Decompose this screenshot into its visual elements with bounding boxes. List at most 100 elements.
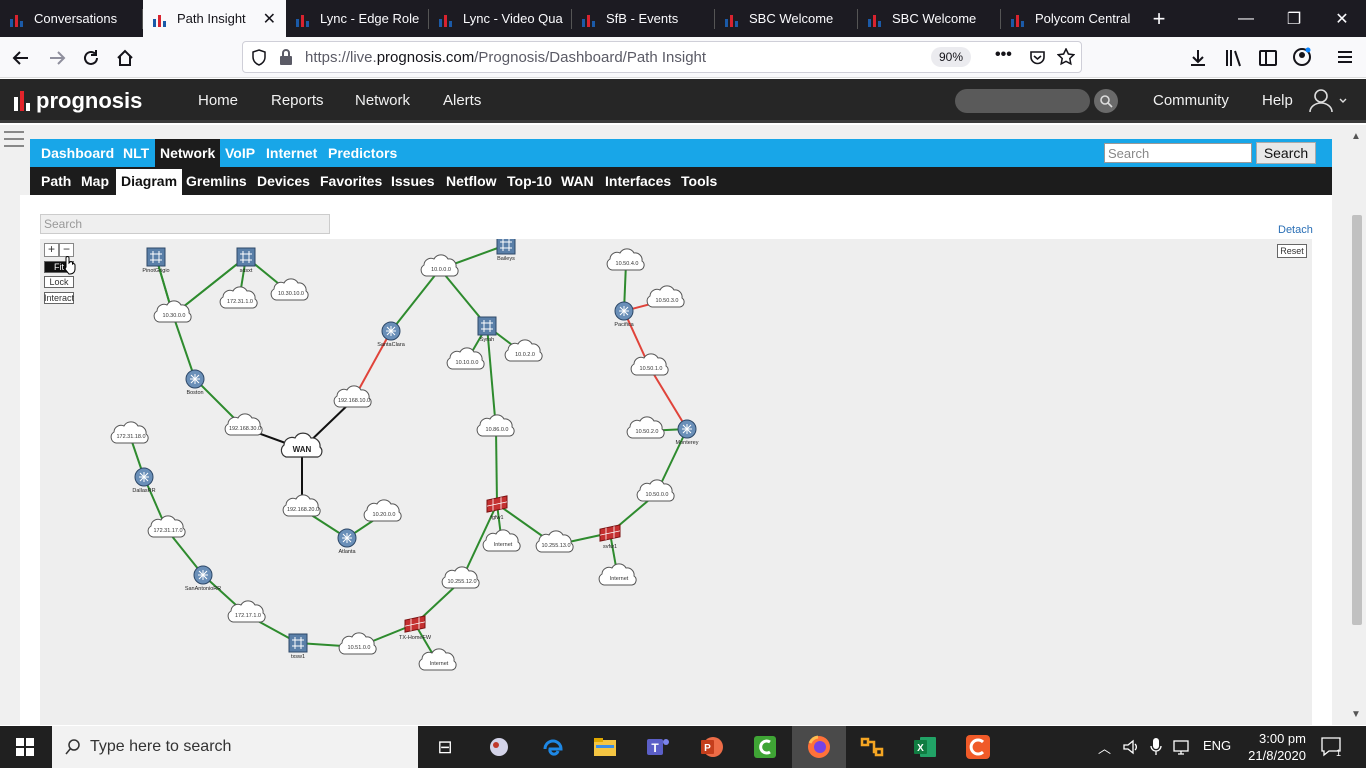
scroll-up-icon[interactable]: ▲ xyxy=(1351,131,1361,142)
page-scrollbar[interactable]: ▲ ▼ xyxy=(1348,125,1366,725)
submenu-issues[interactable]: Issues xyxy=(391,173,435,189)
shield-icon[interactable] xyxy=(251,49,267,66)
router-node[interactable]: Pacifica xyxy=(614,301,635,328)
network-tool-icon[interactable] xyxy=(857,732,887,762)
nav-help[interactable]: Help xyxy=(1262,92,1293,109)
subnet-cloud[interactable]: 192.168.20.0 xyxy=(282,494,321,517)
router-node[interactable]: SanAntonioRR xyxy=(185,565,221,592)
nav-reports[interactable]: Reports xyxy=(271,92,324,109)
subnet-cloud[interactable]: Internet xyxy=(598,563,637,586)
router-node[interactable]: Monterey xyxy=(676,419,699,446)
subnet-cloud[interactable]: 10.50.1.0 xyxy=(630,353,669,376)
submenu-diagram[interactable]: Diagram xyxy=(116,169,183,195)
subnet-cloud[interactable]: 10.51.0.0 xyxy=(338,632,377,655)
router-node[interactable]: DallasRR xyxy=(132,467,156,494)
switch-node[interactable]: sdsxt xyxy=(236,247,256,274)
minimize-icon[interactable]: — xyxy=(1222,0,1270,37)
submenu-netflow[interactable]: Netflow xyxy=(446,173,497,189)
detach-link[interactable]: Detach xyxy=(1278,224,1313,236)
router-node[interactable]: Boston xyxy=(185,369,205,396)
switch-node[interactable]: txsw1 xyxy=(288,633,308,660)
submenu-interfaces[interactable]: Interfaces xyxy=(605,173,671,189)
firewall-node[interactable]: fgfw1 xyxy=(486,495,508,521)
network-diagram-canvas[interactable]: 10.30.0.0 172.31.1.0 10.30.10.0 10.0.0.0 10.… xyxy=(40,239,1312,725)
subnet-cloud[interactable]: 10.50.2.0 xyxy=(626,416,665,439)
restore-icon[interactable]: ❐ xyxy=(1270,0,1318,37)
file-explorer-icon[interactable] xyxy=(590,732,620,762)
router-node[interactable]: SantaClara xyxy=(377,321,406,348)
network-diagram-svg[interactable]: 10.30.0.0 172.31.1.0 10.30.10.0 10.0.0.0 10.… xyxy=(40,239,1312,725)
firefox-icon[interactable] xyxy=(792,726,846,768)
network-link[interactable] xyxy=(649,367,688,430)
download-icon[interactable] xyxy=(1188,48,1208,68)
browser-tab[interactable]: SfB - Events xyxy=(572,0,715,37)
header-search-input[interactable] xyxy=(955,89,1090,113)
reload-icon[interactable] xyxy=(76,43,106,73)
submenu-wan[interactable]: WAN xyxy=(561,173,594,189)
teams-icon[interactable]: T xyxy=(643,732,673,762)
bookmark-star-icon[interactable] xyxy=(1057,48,1075,66)
tray-chevron-icon[interactable]: ︿ xyxy=(1098,738,1111,757)
submenu-favorites[interactable]: Favorites xyxy=(320,173,382,189)
zoom-in-button[interactable]: + xyxy=(44,243,59,257)
address-bar[interactable]: https://live.prognosis.com/Prognosis/Das… xyxy=(242,41,1082,73)
subnet-cloud[interactable]: 10.255.13.0 xyxy=(535,530,574,553)
page-actions-icon[interactable]: ••• xyxy=(995,46,1012,64)
subnet-cloud[interactable]: 172.31.17.0 xyxy=(147,515,186,538)
snagit-icon[interactable] xyxy=(963,732,993,762)
subnet-cloud[interactable]: 10.50.0.0 xyxy=(636,479,675,502)
submenu-map[interactable]: Map xyxy=(81,173,109,189)
subnet-cloud[interactable]: 10.86.0.0 xyxy=(476,414,515,437)
subnet-cloud[interactable]: 172.31.1.0 xyxy=(219,286,258,309)
forward-icon[interactable] xyxy=(42,43,72,73)
account-icon[interactable] xyxy=(1292,47,1312,67)
clock[interactable]: 3:00 pm 21/8/2020 xyxy=(1242,730,1306,764)
side-menu-icon[interactable] xyxy=(4,131,24,149)
home-icon[interactable] xyxy=(110,43,140,73)
diagram-search-input[interactable]: Search xyxy=(40,214,330,234)
router-node[interactable]: Atlanta xyxy=(337,528,357,555)
subnet-cloud[interactable]: 10.255.12.0 xyxy=(441,566,480,589)
app-icon-snip[interactable] xyxy=(484,732,514,762)
subnet-cloud[interactable]: Internet xyxy=(418,648,457,671)
browser-tab[interactable]: SBC Welcome xyxy=(715,0,858,37)
task-view-icon[interactable]: ⊟ xyxy=(430,732,460,762)
submenu-tools[interactable]: Tools xyxy=(681,173,717,189)
browser-tab[interactable]: Polycom Central xyxy=(1001,0,1144,37)
network-link[interactable] xyxy=(495,428,498,505)
browser-tab[interactable]: Lync - Edge Role xyxy=(286,0,429,37)
language-indicator[interactable]: ENG xyxy=(1203,738,1231,753)
nav-community[interactable]: Community xyxy=(1153,92,1229,109)
subnet-cloud[interactable]: 192.168.30.0 xyxy=(224,413,263,436)
network-link[interactable] xyxy=(172,314,196,380)
submenu-gremlins[interactable]: Gremlins xyxy=(186,173,247,189)
switch-node[interactable]: PinotGrigio xyxy=(142,247,170,274)
subnet-cloud[interactable]: 10.50.3.0 xyxy=(646,285,685,308)
lock-button[interactable]: Lock xyxy=(44,276,74,288)
submenu-path[interactable]: Path xyxy=(41,173,71,189)
browser-tab[interactable]: Lync - Video Qua xyxy=(429,0,572,37)
subnet-cloud[interactable]: 192.168.10.0 xyxy=(333,385,372,408)
browser-tab[interactable]: SBC Welcome xyxy=(858,0,1001,37)
back-icon[interactable] xyxy=(6,43,36,73)
subnet-cloud[interactable]: 10.0.0.0 xyxy=(420,254,459,277)
scroll-down-icon[interactable]: ▼ xyxy=(1351,709,1361,720)
nav-network[interactable]: Network xyxy=(355,92,410,109)
subnet-cloud[interactable]: 10.20.0.0 xyxy=(363,499,402,522)
menu-search-button[interactable]: Search xyxy=(1256,142,1316,164)
menu-nlt[interactable]: NLT xyxy=(123,145,149,161)
submenu-top10[interactable]: Top-10 xyxy=(507,173,552,189)
lock-icon[interactable] xyxy=(279,49,293,66)
menu-dashboard[interactable]: Dashboard xyxy=(41,145,114,161)
reset-button[interactable]: Reset xyxy=(1277,244,1307,258)
switch-node[interactable]: Baileys xyxy=(496,239,516,262)
pocket-icon[interactable] xyxy=(1029,49,1046,66)
subnet-cloud[interactable]: 10.50.4.0 xyxy=(606,248,645,271)
excel-icon[interactable]: X xyxy=(910,732,940,762)
notifications-icon[interactable]: 1 xyxy=(1320,736,1344,758)
zoom-level-badge[interactable]: 90% xyxy=(931,47,971,67)
menu-voip[interactable]: VoIP xyxy=(225,145,255,161)
browser-tab-active[interactable]: Path Insight ✕ xyxy=(143,0,286,37)
microphone-icon[interactable] xyxy=(1150,737,1162,757)
scrollbar-thumb[interactable] xyxy=(1352,215,1362,625)
